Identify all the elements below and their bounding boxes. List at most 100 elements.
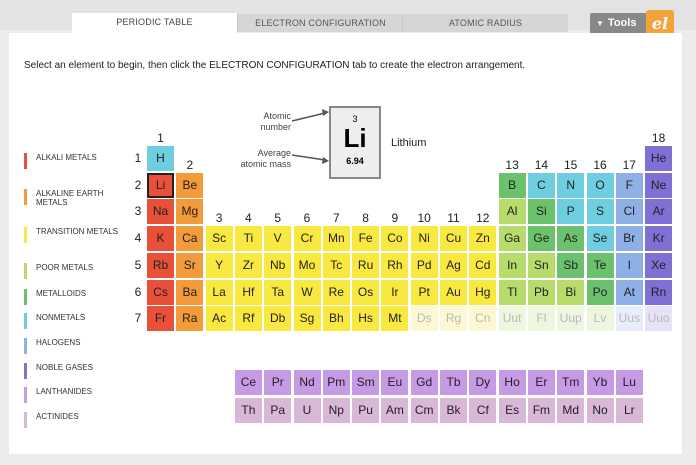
element-cell[interactable]: Sr <box>176 252 204 278</box>
element-cell[interactable]: Ga <box>498 226 526 252</box>
element-cell[interactable]: Kr <box>645 226 673 252</box>
element-cell[interactable]: Fl <box>527 306 555 332</box>
element-cell[interactable]: Es <box>498 398 526 423</box>
element-cell[interactable]: Ce <box>234 370 262 395</box>
element-cell[interactable]: Mt <box>381 306 409 332</box>
element-cell[interactable]: Cn <box>469 306 497 332</box>
element-cell[interactable]: Pa <box>264 398 292 423</box>
element-cell[interactable]: W <box>293 279 321 305</box>
element-cell[interactable]: Ag <box>440 252 467 278</box>
element-cell[interactable]: Mn <box>322 226 350 252</box>
element-cell[interactable]: Rn <box>645 279 673 305</box>
element-cell[interactable]: Yb <box>586 370 614 395</box>
element-cell[interactable]: Uup <box>557 306 585 332</box>
element-cell[interactable]: Pm <box>322 370 350 395</box>
element-cell[interactable]: Fm <box>527 398 555 423</box>
element-cell[interactable]: In <box>498 252 526 278</box>
element-cell[interactable]: Lr <box>615 398 643 423</box>
element-cell[interactable]: Ba <box>176 279 204 305</box>
element-cell[interactable]: Md <box>557 398 585 423</box>
element-cell[interactable]: Eu <box>381 370 409 395</box>
element-cell[interactable]: O <box>586 172 614 198</box>
element-cell[interactable]: Uuo <box>645 306 673 332</box>
element-cell[interactable]: Hg <box>469 279 497 305</box>
element-cell[interactable]: Lu <box>615 370 643 395</box>
element-cell[interactable]: Li <box>147 172 174 198</box>
element-cell[interactable]: Tm <box>557 370 585 395</box>
element-cell[interactable]: Db <box>264 306 292 332</box>
element-cell[interactable]: Cf <box>469 398 497 423</box>
element-cell[interactable]: Mo <box>293 252 321 278</box>
element-cell[interactable]: Xe <box>645 252 673 278</box>
element-cell[interactable]: Tl <box>498 279 526 305</box>
element-cell[interactable]: Si <box>527 199 555 225</box>
element-cell[interactable]: Na <box>147 199 174 225</box>
element-cell[interactable]: Zr <box>234 252 262 278</box>
element-cell[interactable]: Br <box>615 226 643 252</box>
element-cell[interactable]: Cl <box>615 199 643 225</box>
element-cell[interactable]: Ar <box>645 199 673 225</box>
element-cell[interactable]: Dy <box>469 370 497 395</box>
element-cell[interactable]: K <box>147 226 174 252</box>
element-cell[interactable]: Re <box>322 279 350 305</box>
element-cell[interactable]: Bi <box>557 279 585 305</box>
element-cell[interactable]: Bh <box>322 306 350 332</box>
element-cell[interactable]: Ac <box>205 306 233 332</box>
element-cell[interactable]: Am <box>381 398 409 423</box>
element-cell[interactable]: Uut <box>498 306 526 332</box>
element-cell[interactable]: Cd <box>469 252 497 278</box>
element-cell[interactable]: La <box>205 279 233 305</box>
element-cell[interactable]: H <box>147 146 174 171</box>
element-cell[interactable]: Ni <box>410 226 438 252</box>
element-cell[interactable]: C <box>527 172 555 198</box>
element-cell[interactable]: Pu <box>352 398 380 423</box>
element-cell[interactable]: Np <box>322 398 350 423</box>
element-cell[interactable]: F <box>615 172 643 198</box>
element-cell[interactable]: Ru <box>352 252 380 278</box>
element-cell[interactable]: Pd <box>410 252 438 278</box>
element-cell[interactable]: Er <box>527 370 555 395</box>
element-cell[interactable]: Hf <box>234 279 262 305</box>
element-cell[interactable]: Uus <box>615 306 643 332</box>
element-cell[interactable]: Bk <box>440 398 467 423</box>
element-cell[interactable]: Ti <box>234 226 262 252</box>
element-cell[interactable]: Tc <box>322 252 350 278</box>
tab-electron-configuration[interactable]: ELECTRON CONFIGURATION <box>237 14 403 32</box>
element-cell[interactable]: U <box>293 398 321 423</box>
element-cell[interactable]: Ho <box>498 370 526 395</box>
element-cell[interactable]: Tb <box>440 370 467 395</box>
element-cell[interactable]: Rb <box>147 252 174 278</box>
element-cell[interactable]: Lv <box>586 306 614 332</box>
element-cell[interactable]: Pt <box>410 279 438 305</box>
element-cell[interactable]: Ta <box>264 279 292 305</box>
element-cell[interactable]: B <box>498 172 526 198</box>
element-cell[interactable]: Cu <box>440 226 467 252</box>
element-cell[interactable]: At <box>615 279 643 305</box>
element-cell[interactable]: Te <box>586 252 614 278</box>
tab-periodic-table[interactable]: PERIODIC TABLE <box>72 13 237 33</box>
element-cell[interactable]: Zn <box>469 226 497 252</box>
element-cell[interactable]: Nd <box>293 370 321 395</box>
element-cell[interactable]: Sb <box>557 252 585 278</box>
element-cell[interactable]: S <box>586 199 614 225</box>
element-cell[interactable]: Hs <box>352 306 380 332</box>
element-cell[interactable]: Gd <box>410 370 438 395</box>
element-cell[interactable]: Co <box>381 226 409 252</box>
element-cell[interactable]: Th <box>234 398 262 423</box>
element-cell[interactable]: Sg <box>293 306 321 332</box>
element-cell[interactable]: No <box>586 398 614 423</box>
element-cell[interactable]: Rg <box>440 306 467 332</box>
element-cell[interactable]: N <box>557 172 585 198</box>
element-cell[interactable]: Cs <box>147 279 174 305</box>
element-cell[interactable]: Ra <box>176 306 204 332</box>
element-cell[interactable]: Ds <box>410 306 438 332</box>
element-cell[interactable]: Pb <box>527 279 555 305</box>
element-cell[interactable]: P <box>557 199 585 225</box>
element-cell[interactable]: Au <box>440 279 467 305</box>
element-cell[interactable]: He <box>645 146 673 171</box>
element-cell[interactable]: V <box>264 226 292 252</box>
element-cell[interactable]: Rh <box>381 252 409 278</box>
element-cell[interactable]: Nb <box>264 252 292 278</box>
element-cell[interactable]: Sm <box>352 370 380 395</box>
element-cell[interactable]: Ge <box>527 226 555 252</box>
